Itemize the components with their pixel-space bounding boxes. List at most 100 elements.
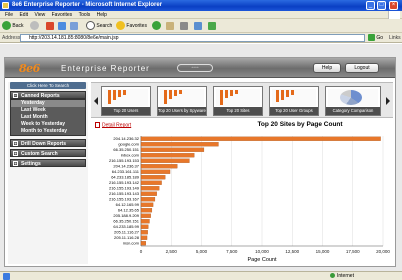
print-button[interactable]	[180, 21, 188, 31]
close-button[interactable]: ×	[389, 1, 398, 10]
x-axis-label: Page Count	[247, 257, 277, 263]
x-tick-label: 15,000	[316, 249, 330, 254]
nav-month-to-yesterday[interactable]: Month to Yesterday	[11, 128, 85, 135]
menu-favorites[interactable]: Favorites	[52, 11, 73, 19]
chart-title: Top 20 Sites by Page Count	[257, 121, 343, 128]
x-tick-label: 2,500	[166, 249, 178, 254]
history-icon	[152, 21, 161, 31]
y-tick-label: inbox.com	[121, 153, 140, 158]
logout-button[interactable]: Logout	[345, 63, 379, 73]
thumb-caption: Top 20 User Groups	[270, 107, 318, 115]
thumb-top-20-sites[interactable]: Top 20 Sites	[213, 86, 263, 116]
address-bar: Address http://203.14.181.85:8080/8e6e/m…	[0, 33, 402, 43]
settings-header[interactable]: + Settings	[10, 159, 86, 167]
y-tick-label: 64.12.165.99	[116, 202, 140, 207]
bar	[140, 241, 146, 246]
x-tick-label: 0	[140, 249, 143, 254]
y-tick-label: msn.com	[123, 241, 140, 246]
nav-last-week[interactable]: Last Week	[11, 107, 85, 114]
edit-button[interactable]	[194, 21, 202, 31]
security-zone: Internet	[330, 273, 354, 280]
click-here-search-button[interactable]: Click Here To Search	[10, 82, 86, 89]
y-tick-label: 66.35.250.151	[113, 147, 139, 152]
y-tick-label: 216.155.193.143	[109, 191, 140, 196]
expand-icon: +	[13, 151, 18, 156]
scroll-right-arrow-icon[interactable]	[386, 97, 390, 105]
messenger-button[interactable]	[208, 21, 216, 31]
menu-bar: File Edit View Favorites Tools Help	[0, 11, 402, 19]
home-button[interactable]	[70, 21, 78, 31]
mail-button[interactable]	[166, 21, 174, 31]
forward-button[interactable]	[30, 21, 39, 31]
nav-yesterday[interactable]: Yesterday	[11, 100, 85, 107]
expand-icon: +	[13, 161, 18, 166]
menu-file[interactable]: File	[5, 11, 13, 19]
nav-last-month[interactable]: Last Month	[11, 114, 85, 121]
help-button[interactable]: Help	[313, 63, 341, 73]
edit-icon	[194, 21, 202, 30]
thumb-chart-image	[216, 89, 260, 106]
thumb-top-20-users-by-spyware[interactable]: Top 20 Users by Spyware	[157, 86, 207, 116]
thumb-top-20-user-groups[interactable]: Top 20 User Groups	[269, 86, 319, 116]
bar	[140, 208, 153, 213]
bar	[140, 224, 149, 229]
back-button[interactable]: Back	[2, 21, 24, 31]
bar	[140, 169, 171, 174]
header-ornament-icon: ◦◦◦◦	[177, 64, 213, 72]
bar	[140, 136, 381, 141]
bar	[140, 147, 205, 152]
search-button[interactable]: Search	[86, 21, 112, 31]
y-tick-label: 64.233.185.189	[111, 175, 140, 180]
scroll-left-arrow-icon[interactable]	[94, 97, 98, 105]
y-tick-label: 205.188.9.209	[113, 213, 139, 218]
x-tick-label: 7,500	[226, 249, 238, 254]
thumb-chart-image	[104, 89, 148, 106]
home-icon	[70, 21, 78, 30]
address-input[interactable]: http://203.14.181.85:8080/8e6e/main.jsp	[20, 34, 365, 42]
address-label: Address	[2, 35, 21, 41]
refresh-icon	[58, 21, 66, 30]
refresh-button[interactable]	[58, 21, 66, 31]
menu-view[interactable]: View	[34, 11, 45, 19]
bar	[140, 180, 162, 185]
maximize-button[interactable]: □	[377, 1, 386, 10]
go-button[interactable]: Go	[368, 34, 386, 42]
menu-help[interactable]: Help	[97, 11, 107, 19]
y-tick-label: 204.14.236.32	[113, 136, 139, 141]
bar	[140, 142, 219, 147]
menu-edit[interactable]: Edit	[19, 11, 28, 19]
canned-reports-list: Yesterday Last Week Last Month Week to Y…	[10, 99, 86, 136]
y-tick-label: google.com	[118, 142, 139, 147]
expand-icon: +	[13, 141, 18, 146]
bar	[140, 186, 160, 191]
bar	[140, 191, 157, 196]
y-tick-label: 205.11.116.28	[114, 235, 140, 240]
nav-week-to-yesterday[interactable]: Week to Yesterday	[11, 121, 85, 128]
thumb-caption: Top 20 Users by Spyware	[158, 107, 206, 115]
favorites-button[interactable]: Favorites	[116, 21, 147, 31]
bar	[140, 235, 148, 240]
stop-button[interactable]	[46, 21, 54, 31]
thumb-caption: Top 20 Sites	[214, 107, 262, 115]
minimize-button[interactable]: _	[366, 1, 375, 10]
thumb-category-comparison[interactable]: Category Comparison	[325, 86, 381, 116]
history-button[interactable]	[152, 21, 161, 31]
menu-tools[interactable]: Tools	[79, 11, 91, 19]
links-button[interactable]: Links	[389, 35, 401, 41]
search-icon	[86, 21, 95, 31]
forward-arrow-icon	[30, 21, 39, 31]
stop-icon	[46, 21, 54, 30]
drill-down-reports-header[interactable]: + Drill Down Reports	[10, 139, 86, 147]
window-title-bar: 8e6 Enterprise Reporter - Microsoft Inte…	[0, 0, 402, 11]
bar	[140, 202, 154, 207]
x-tick-label: 17,500	[346, 249, 360, 254]
thumb-top-20-users[interactable]: Top 20 Users	[101, 86, 151, 116]
canned-reports-header[interactable]: − Canned Reports	[10, 91, 86, 99]
y-tick-label: 204.14.236.37	[113, 164, 139, 169]
app-title: Enterprise Reporter	[61, 64, 150, 73]
y-tick-label: 64.233.161.111	[112, 169, 140, 174]
custom-search-header[interactable]: + Custom Search	[10, 149, 86, 157]
x-tick-label: 10,000	[255, 249, 269, 254]
y-tick-label: 216.155.193.167	[109, 197, 140, 202]
favorites-star-icon	[116, 21, 125, 31]
